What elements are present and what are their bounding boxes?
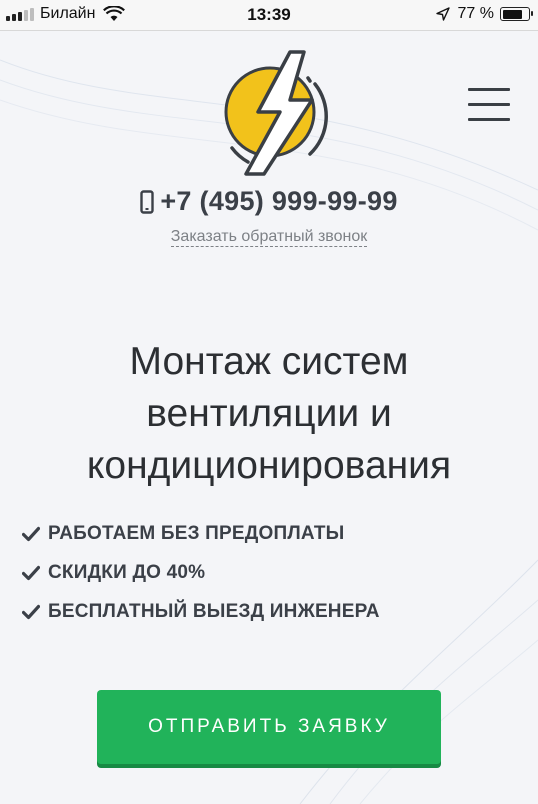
phone-number[interactable]: +7 (495) 999-99-99 [160,186,397,217]
location-arrow-icon [435,7,450,21]
hero-headline: Монтаж систем вентиляции и кондициониров… [20,336,518,492]
feature-text: РАБОТАЕМ БЕЗ ПРЕДОПЛАТЫ [48,522,345,544]
headline-line: кондиционирования [86,444,452,487]
headline-line: Монтаж систем [129,340,409,383]
checkmark-icon [22,526,40,541]
submit-request-button[interactable]: ОТПРАВИТЬ ЗАЯВКУ [97,690,441,764]
feature-text: СКИДКИ ДО 40% [48,561,206,583]
checkmark-icon [22,565,40,580]
headline-line: вентиляции и [146,392,392,435]
status-bar: Билайн 13:39 77 % [0,0,538,31]
checkmark-icon [22,604,40,619]
feature-item: РАБОТАЕМ БЕЗ ПРЕДОПЛАТЫ [22,514,380,553]
hamburger-menu-icon[interactable] [468,88,510,122]
feature-text: БЕСПЛАТНЫЙ ВЫЕЗД ИНЖЕНЕРА [48,600,380,622]
feature-list: РАБОТАЕМ БЕЗ ПРЕДОПЛАТЫ СКИДКИ ДО 40% БЕ… [22,514,380,631]
status-right: 77 % [435,5,533,23]
feature-item: СКИДКИ ДО 40% [22,553,380,592]
battery-icon [500,7,533,21]
lightning-bolt-icon[interactable] [218,48,330,176]
feature-item: БЕСПЛАТНЫЙ ВЫЕЗД ИНЖЕНЕРА [22,592,380,631]
callback-row: Заказать обратный звонок [0,228,538,247]
battery-percentage: 77 % [457,5,494,22]
phone-row: +7 (495) 999-99-99 [0,186,538,219]
battery-fill [502,9,522,19]
mobile-phone-icon [140,189,155,214]
callback-link[interactable]: Заказать обратный звонок [170,228,368,247]
